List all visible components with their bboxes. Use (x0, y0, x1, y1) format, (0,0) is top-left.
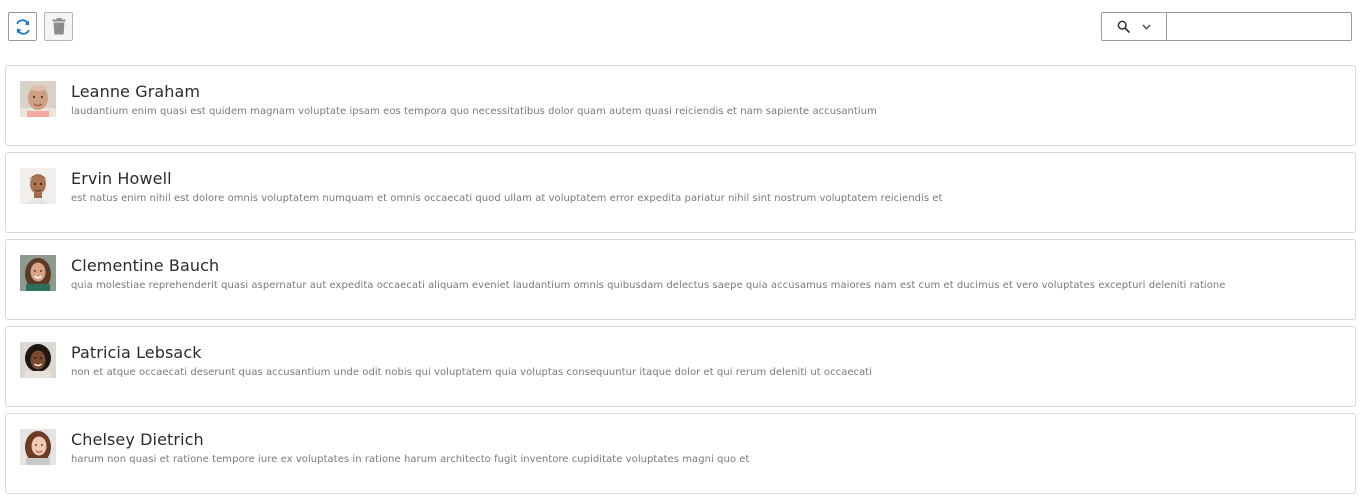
list-item[interactable]: Ervin Howell est natus enim nihil est do… (5, 152, 1356, 233)
refresh-button[interactable] (8, 12, 37, 41)
avatar (20, 255, 56, 291)
user-description: quia molestiae reprehenderit quasi asper… (71, 280, 1226, 291)
user-description: non et atque occaecati deserunt quas acc… (71, 367, 873, 378)
trash-icon (52, 18, 65, 35)
avatar (20, 81, 56, 117)
user-description: harum non quasi et ratione tempore iure … (71, 454, 750, 465)
search-input[interactable] (1167, 13, 1351, 40)
avatar (20, 168, 56, 204)
user-name: Clementine Bauch (71, 256, 220, 275)
avatar (20, 429, 56, 465)
list-item[interactable]: Chelsey Dietrich harum non quasi et rati… (5, 413, 1356, 494)
list-item[interactable]: Patricia Lebsack non et atque occaecati … (5, 326, 1356, 407)
user-list: Leanne Graham laudantium enim quasi est … (5, 65, 1356, 500)
user-description: est natus enim nihil est dolore omnis vo… (71, 193, 943, 204)
user-description: laudantium enim quasi est quidem magnam … (71, 106, 877, 117)
search-box (1101, 12, 1352, 41)
user-name: Leanne Graham (71, 82, 201, 101)
user-name: Chelsey Dietrich (71, 430, 204, 449)
list-item[interactable]: Clementine Bauch quia molestiae reprehen… (5, 239, 1356, 320)
user-name: Ervin Howell (71, 169, 172, 188)
refresh-icon (15, 18, 29, 35)
toolbar (0, 0, 1367, 50)
search-scope-dropdown[interactable] (1102, 13, 1167, 40)
delete-button[interactable] (44, 12, 73, 41)
user-name: Patricia Lebsack (71, 343, 202, 362)
avatar (20, 342, 56, 378)
list-item[interactable]: Leanne Graham laudantium enim quasi est … (5, 65, 1356, 146)
chevron-down-icon (1142, 24, 1151, 30)
search-icon (1117, 20, 1130, 33)
